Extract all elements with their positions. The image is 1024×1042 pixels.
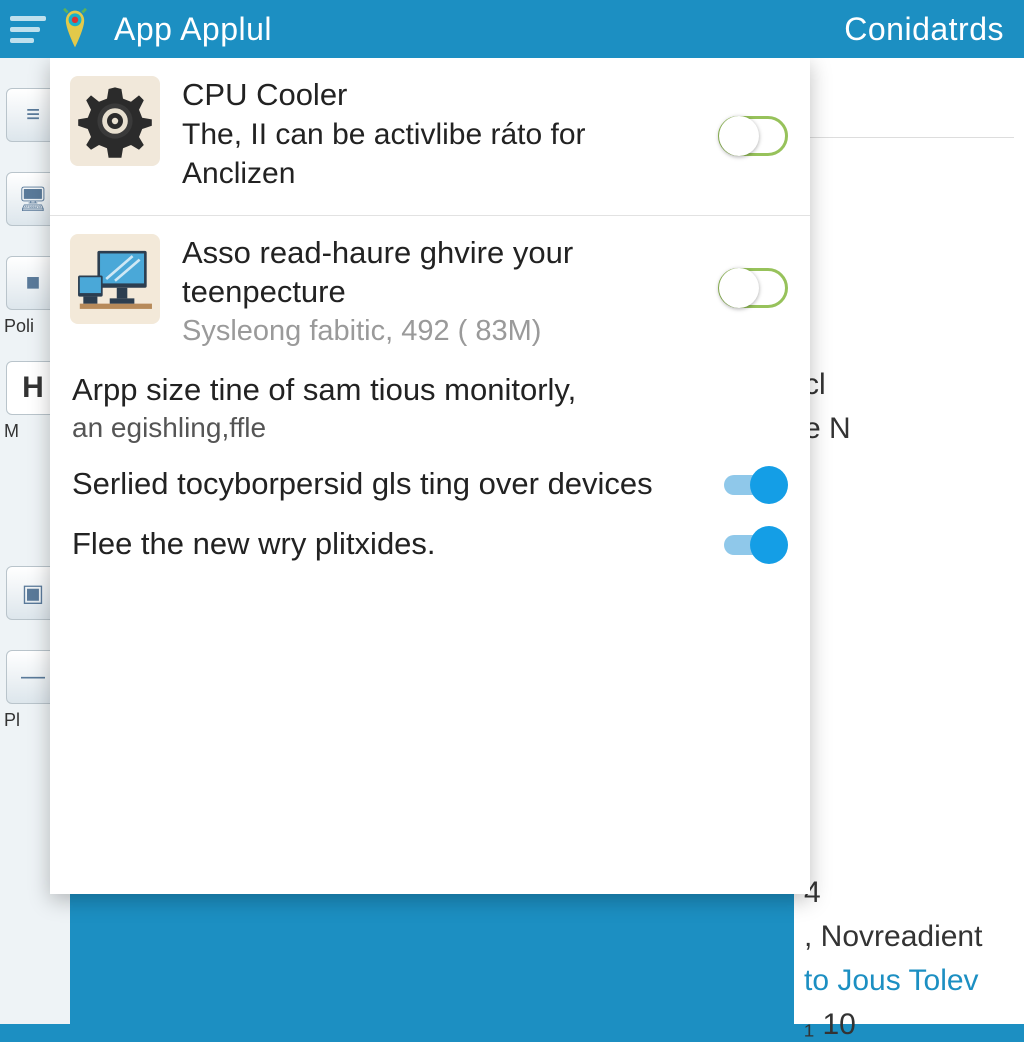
bg-link[interactable]: to Jous Tolev	[804, 964, 1014, 998]
bg-text: 4	[804, 876, 1014, 910]
toggle-cpu-cooler[interactable]	[718, 116, 788, 156]
setting-row[interactable]: Flee the new wry plitxides.	[50, 514, 810, 574]
settings-panel: CPU Cooler The, II can be activlibe ráto…	[50, 58, 810, 894]
description-subtext: an egishling,ffle	[50, 412, 810, 454]
list-item[interactable]: CPU Cooler The, II can be activlibe ráto…	[50, 58, 810, 216]
description-text: Arpp size tine of sam tious monitorly,	[72, 371, 788, 410]
item-meta: Sysleong fabitic, 492 ( 83M)	[182, 313, 710, 351]
setting-label: Serlied tocyborpersid gls ting over devi…	[72, 464, 724, 504]
setting-label: Flee the new wry plitxides.	[72, 524, 724, 564]
item-text: CPU Cooler The, II can be activlibe ráto…	[182, 76, 790, 193]
page-title: App Applul	[114, 11, 844, 48]
header-action[interactable]: Conidatrds	[844, 11, 1014, 48]
menu-icon[interactable]	[10, 9, 50, 49]
bg-text: , Novreadient	[804, 920, 1014, 954]
app-logo-icon	[56, 7, 94, 51]
item-title: CPU Cooler	[182, 76, 710, 115]
toggle-asso[interactable]	[718, 268, 788, 308]
description-block: Arpp size tine of sam tious monitorly,	[50, 361, 810, 412]
monitor-icon	[70, 234, 160, 324]
bg-text: e N	[804, 412, 1014, 446]
item-subtitle: The, II can be activlibe ráto for	[182, 115, 710, 154]
item-meta: Anclizen	[182, 154, 710, 193]
gear-icon	[70, 76, 160, 166]
bg-text: cl	[804, 368, 1014, 402]
toggle-serlied[interactable]	[724, 464, 788, 504]
app-header: App Applul Conidatrds	[0, 0, 1024, 58]
setting-row[interactable]: Serlied tocyborpersid gls ting over devi…	[50, 454, 810, 514]
item-title: Asso read-haure ghvire your teenpecture	[182, 234, 710, 312]
background-right-panel: cl e N 4 , Novreadient to Jous Tolev ₁ 1…	[794, 58, 1024, 1024]
list-item[interactable]: Asso read-haure ghvire your teenpecture …	[50, 216, 810, 361]
toggle-flee[interactable]	[724, 524, 788, 564]
item-text: Asso read-haure ghvire your teenpecture …	[182, 234, 790, 351]
bg-text: ₁ 10	[804, 1008, 1014, 1042]
